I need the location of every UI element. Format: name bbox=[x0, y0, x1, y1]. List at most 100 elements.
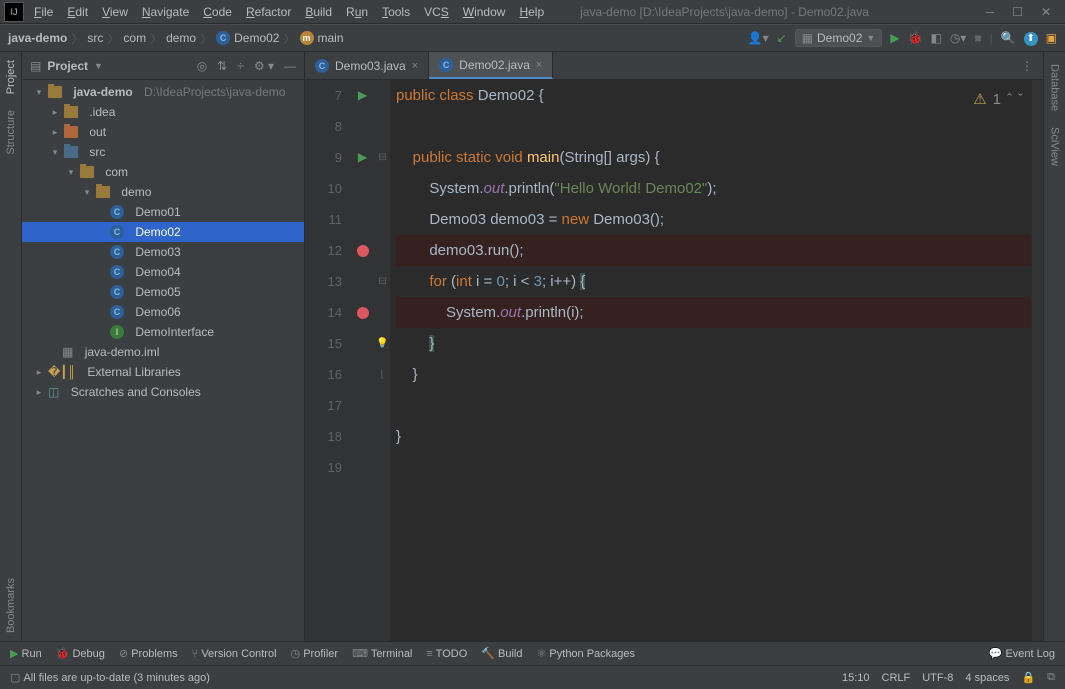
menu-run[interactable]: Run bbox=[340, 3, 374, 21]
tree-folder-com[interactable]: ▾ com bbox=[22, 162, 304, 182]
tree-file-demo01[interactable]: C Demo01 bbox=[22, 202, 304, 222]
run-icon[interactable]: ▶ bbox=[890, 31, 899, 45]
menu-navigate[interactable]: Navigate bbox=[136, 3, 195, 21]
expand-all-icon[interactable]: ⇅ bbox=[217, 59, 227, 73]
tab-more-icon[interactable]: ⋮ bbox=[1021, 59, 1043, 73]
maximize-icon[interactable]: ☐ bbox=[1012, 5, 1023, 19]
project-tree: ▾ java-demo D:\IdeaProjects\java-demo ▸ … bbox=[22, 80, 304, 641]
main-menu: File Edit View Navigate Code Refactor Bu… bbox=[28, 3, 550, 21]
tree-scratches[interactable]: ▸◫ Scratches and Consoles bbox=[22, 382, 304, 402]
debug-icon[interactable]: 🐞 bbox=[908, 31, 923, 45]
tool-todo[interactable]: ≡ TODO bbox=[426, 648, 467, 660]
menu-code[interactable]: Code bbox=[197, 3, 238, 21]
prev-highlight-icon[interactable]: ˆ bbox=[1007, 84, 1012, 115]
menu-help[interactable]: Help bbox=[513, 3, 550, 21]
breakpoint-icon[interactable] bbox=[357, 245, 369, 257]
fold-gutter[interactable]: ⊟⊟💡⌊ bbox=[375, 80, 390, 641]
rail-bookmarks[interactable]: Bookmarks bbox=[3, 570, 19, 641]
tree-file-demo05[interactable]: C Demo05 bbox=[22, 282, 304, 302]
tree-file-demo03[interactable]: C Demo03 bbox=[22, 242, 304, 262]
rail-sciview[interactable]: SciView bbox=[1047, 119, 1063, 174]
tree-folder-idea[interactable]: ▸ .idea bbox=[22, 102, 304, 122]
menu-edit[interactable]: Edit bbox=[61, 3, 94, 21]
sync-icon[interactable]: ⬆ bbox=[1024, 30, 1038, 46]
chevron-down-icon: ▼ bbox=[866, 33, 875, 43]
method-icon: m bbox=[300, 31, 314, 45]
menu-refactor[interactable]: Refactor bbox=[240, 3, 297, 21]
project-panel-icon: ▤ bbox=[30, 59, 41, 73]
class-icon: C bbox=[439, 58, 453, 72]
tool-pypkg[interactable]: ⚛ Python Packages bbox=[536, 647, 635, 660]
tree-external-libs[interactable]: ▸�┃║ External Libraries bbox=[22, 362, 304, 382]
breakpoint-icon[interactable] bbox=[357, 307, 369, 319]
app-logo: IJ bbox=[4, 2, 24, 22]
tool-debug[interactable]: 🐞 Debug bbox=[56, 647, 105, 660]
status-indicator-icon[interactable]: ▢ bbox=[10, 671, 20, 684]
tool-terminal[interactable]: ⌨ Terminal bbox=[352, 647, 412, 660]
search-icon[interactable]: 🔍 bbox=[1001, 31, 1016, 45]
settings-icon[interactable]: ⚙ ▾ bbox=[254, 59, 274, 73]
profile-icon[interactable]: ◷▾ bbox=[950, 31, 967, 45]
tab-demo02[interactable]: CDemo02.java× bbox=[429, 52, 553, 79]
coverage-icon[interactable]: ◧ bbox=[930, 31, 941, 45]
tab-demo03[interactable]: CDemo03.java× bbox=[305, 52, 429, 79]
tool-build[interactable]: 🔨 Build bbox=[481, 647, 522, 660]
tree-file-demo02[interactable]: C Demo02 bbox=[22, 222, 304, 242]
tree-file-demo04[interactable]: C Demo04 bbox=[22, 262, 304, 282]
line-numbers: 78910111213141516171819 bbox=[305, 80, 350, 641]
readonly-lock-icon[interactable]: 🔒 bbox=[1021, 671, 1035, 684]
code-editor[interactable]: ⚠1ˆˇ public class Demo02 { public static… bbox=[390, 80, 1031, 641]
tree-folder-out[interactable]: ▸ out bbox=[22, 122, 304, 142]
warning-icon[interactable]: ⚠ bbox=[973, 84, 986, 115]
ide-icon[interactable]: ▣ bbox=[1046, 31, 1057, 45]
collapse-all-icon[interactable]: ÷ bbox=[237, 59, 244, 73]
hide-icon[interactable]: — bbox=[284, 59, 296, 73]
close-icon[interactable]: ✕ bbox=[1041, 5, 1051, 19]
tool-run[interactable]: ▶ Run bbox=[10, 647, 42, 660]
run-gutter-icon[interactable]: ▶ bbox=[358, 80, 367, 111]
ide-corner-icon[interactable]: ⧉ bbox=[1047, 671, 1055, 684]
rail-database[interactable]: Database bbox=[1047, 56, 1063, 119]
back-arrow-icon[interactable]: ↙ bbox=[777, 31, 787, 45]
menu-file[interactable]: File bbox=[28, 3, 59, 21]
gutter-icons[interactable]: ▶ ▶ bbox=[350, 80, 375, 641]
rail-structure[interactable]: Structure bbox=[3, 102, 19, 163]
user-icon[interactable]: 👤▾ bbox=[748, 31, 769, 45]
menu-window[interactable]: Window bbox=[457, 3, 512, 21]
menu-build[interactable]: Build bbox=[299, 3, 338, 21]
status-eol[interactable]: CRLF bbox=[882, 672, 911, 684]
menu-vcs[interactable]: VCS bbox=[418, 3, 455, 21]
status-encoding[interactable]: UTF-8 bbox=[922, 672, 953, 684]
status-indent[interactable]: 4 spaces bbox=[965, 672, 1009, 684]
tree-file-interface[interactable]: I DemoInterface bbox=[22, 322, 304, 342]
menu-tools[interactable]: Tools bbox=[376, 3, 416, 21]
tree-file-demo06[interactable]: C Demo06 bbox=[22, 302, 304, 322]
class-icon: C bbox=[216, 31, 230, 45]
run-config-selector[interactable]: ▦ Demo02 ▼ bbox=[795, 29, 883, 47]
intention-bulb-icon[interactable]: 💡 bbox=[376, 328, 388, 359]
tree-folder-src[interactable]: ▾ src bbox=[22, 142, 304, 162]
class-icon: C bbox=[315, 59, 329, 73]
close-tab-icon[interactable]: × bbox=[536, 59, 542, 71]
close-tab-icon[interactable]: × bbox=[412, 60, 418, 72]
rail-project[interactable]: Project bbox=[3, 52, 19, 102]
breadcrumb[interactable]: java-demo〉 src〉 com〉 demo〉 C Demo02〉 m m… bbox=[4, 30, 348, 47]
menu-view[interactable]: View bbox=[96, 3, 134, 21]
window-title: java-demo [D:\IdeaProjects\java-demo] - … bbox=[580, 5, 986, 19]
tool-version-control[interactable]: ⑂ Version Control bbox=[192, 648, 277, 660]
status-position[interactable]: 15:10 bbox=[842, 672, 870, 684]
tool-problems[interactable]: ⊘ Problems bbox=[119, 647, 178, 660]
select-opened-icon[interactable]: ◎ bbox=[197, 59, 207, 73]
run-gutter-icon[interactable]: ▶ bbox=[358, 142, 367, 173]
tool-profiler[interactable]: ◷ Profiler bbox=[291, 647, 339, 660]
error-stripe[interactable] bbox=[1031, 80, 1043, 641]
minimize-icon[interactable]: ─ bbox=[986, 5, 995, 19]
tool-eventlog[interactable]: 💬 Event Log bbox=[989, 647, 1055, 660]
tree-root[interactable]: ▾ java-demo D:\IdeaProjects\java-demo bbox=[22, 82, 304, 102]
chevron-down-icon[interactable]: ▼ bbox=[94, 61, 103, 71]
tree-file-iml[interactable]: ▦ java-demo.iml bbox=[22, 342, 304, 362]
tree-folder-demo[interactable]: ▾ demo bbox=[22, 182, 304, 202]
sidebar-title: Project bbox=[47, 59, 88, 73]
next-highlight-icon[interactable]: ˇ bbox=[1018, 84, 1023, 115]
stop-icon[interactable]: ■ bbox=[974, 31, 981, 45]
